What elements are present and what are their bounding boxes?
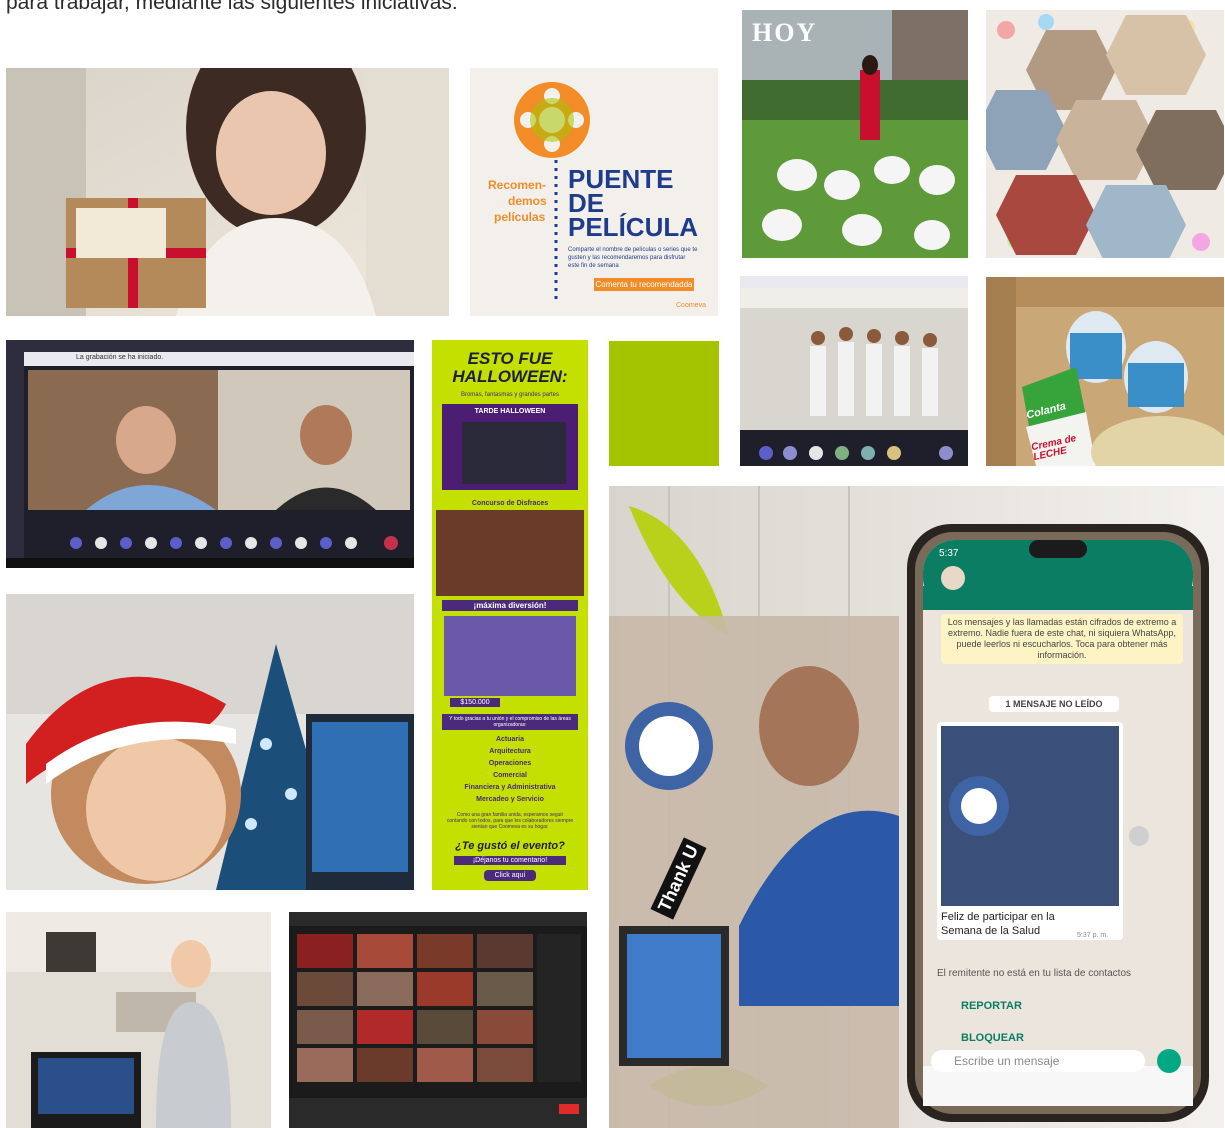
halloween-section-1: Concurso de Disfraces [471, 500, 549, 507]
halloween-thanks: Y todo gracias a tu unión y el compromis… [442, 714, 578, 730]
screenshot-video-call: La grabación se ha iniciado. [6, 340, 414, 568]
halloween-title: ESTO FUE HALLOWEEN: [452, 349, 568, 386]
halloween-area-0: Actuaria [495, 736, 524, 743]
phone-block-button[interactable]: BLOQUEAR [961, 1032, 1024, 1044]
phone-message[interactable]: Feliz de participar en la Semana de la S… [941, 910, 1081, 938]
poster-halloween: ESTO FUE HALLOWEEN: Bromas, fantasmas y … [432, 340, 588, 890]
screenshot-zoom-grid [289, 912, 587, 1128]
poster-left-text-3: películas [494, 210, 546, 224]
phone-time: 5:37 [939, 548, 959, 559]
poster-left-text-1: Recomen- [488, 178, 547, 192]
halloween-area-5: Mercadeo y Servicio [476, 796, 544, 803]
halloween-click[interactable]: Click aquí [484, 870, 536, 881]
phone-message-time: 5:37 p. m. [1077, 932, 1109, 939]
halloween-winners-photo [444, 616, 576, 696]
photo-girl-gift [6, 68, 449, 316]
lime-square [609, 341, 719, 466]
phone-encryption-notice: Los mensajes y las llamadas están cifrad… [941, 614, 1183, 664]
poster-brand: Coomeva [676, 302, 706, 309]
poster-cta: Comenta tu recomendadda [594, 278, 694, 291]
halloween-banner-photo: TARDE HALLOWEEN [442, 404, 578, 490]
poster-title-3: PELÍCULA [568, 212, 698, 242]
intro-text: para trabajar, mediante las siguientes i… [6, 0, 458, 14]
poster-puente-de-pelicula: Recomen- demos películas PUENTE DE PELÍC… [470, 68, 718, 316]
halloween-costumes-photo [436, 510, 584, 596]
halloween-prize: $150.000 [450, 698, 500, 707]
halloween-area-3: Comercial [493, 772, 527, 779]
dogs-overlay-text: HOY [752, 18, 818, 47]
halloween-area-1: Arquitectura [489, 748, 531, 755]
halloween-quote: Como una gran familia unida, esperamos s… [446, 812, 574, 830]
photo-santa-hat-selfie [6, 594, 414, 890]
halloween-comment: ¡Déjanos tu comentario! [454, 856, 566, 865]
photo-kids-collage [986, 10, 1224, 258]
photo-boy-laptop [6, 912, 271, 1128]
meeting-recording-text: La grabación se ha iniciado. [76, 354, 164, 361]
screenshot-mariachi-call [740, 276, 968, 466]
halloween-subtitle: Bromas, fantasmas y grandes partes [460, 392, 560, 398]
halloween-banner-text: TARDE HALLOWEEN [474, 408, 546, 415]
halloween-section-2: ¡máxima diversión! [442, 600, 578, 611]
phone-report-button[interactable]: REPORTAR [961, 1000, 1022, 1012]
poster-left-text-2: demos [508, 194, 547, 208]
photo-whatsapp-phone: 5:37 Los mensajes y las llamadas están c… [609, 486, 1224, 1128]
phone-unread-badge: 1 MENSAJE NO LEÍDO [989, 696, 1119, 712]
halloween-question: ¿Te gustó el evento? [455, 840, 565, 852]
poster-body: Comparte el nombre de películas o series… [568, 247, 698, 269]
phone-not-contact: El remitente no está en tu lista de cont… [937, 968, 1131, 979]
phone-message-input[interactable]: Escribe un mensaje [954, 1054, 1059, 1068]
halloween-area-4: Financiera y Administrativa [464, 784, 556, 791]
halloween-area-2: Operaciones [488, 760, 532, 767]
photo-product-box: Colanta Crema de LECHE [986, 277, 1224, 466]
photo-dogs-lawn: HOY [742, 10, 968, 258]
